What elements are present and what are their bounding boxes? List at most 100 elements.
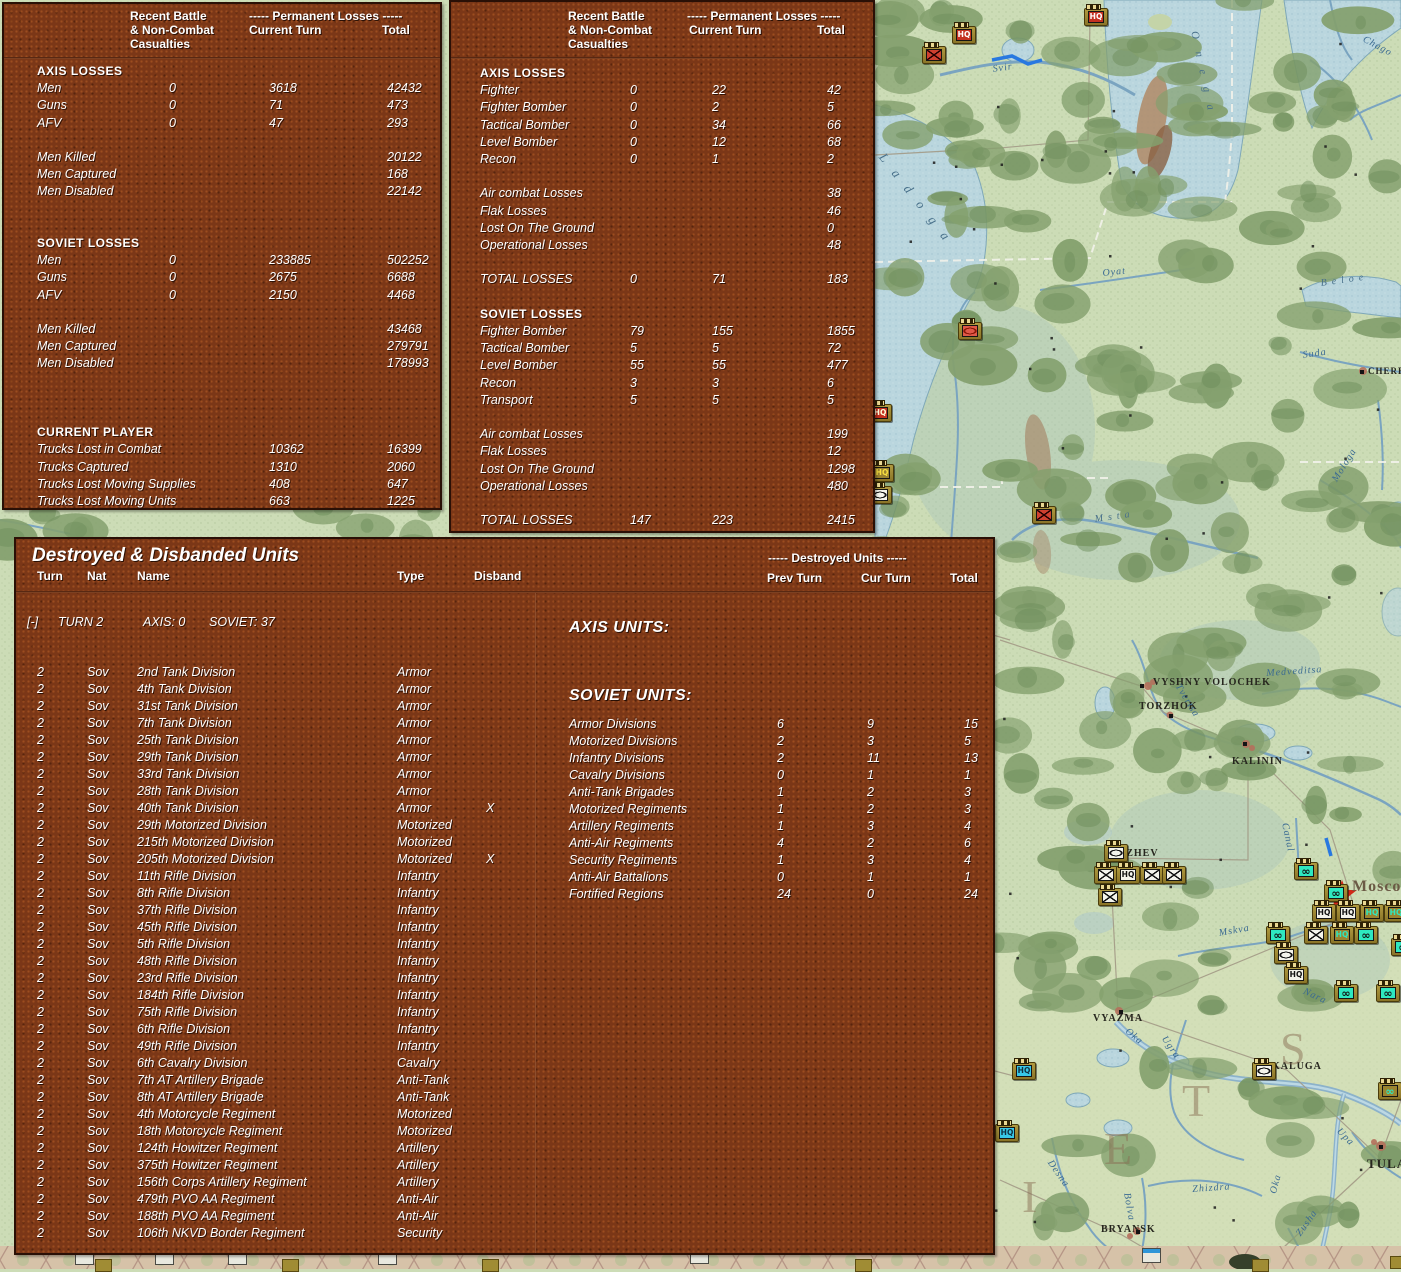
unit-counter-hq-teal[interactable]: HQ bbox=[1360, 900, 1384, 922]
loss-row: Air combat Losses 38 bbox=[480, 186, 841, 201]
unit-counter-oval-white[interactable] bbox=[1104, 840, 1128, 862]
unit-counter-inf-white[interactable] bbox=[1140, 862, 1164, 884]
loss-row: Guns 0 2675 6688 bbox=[37, 270, 415, 285]
loss-row: Operational Losses 480 bbox=[480, 478, 848, 493]
unit-counter-strip-gold[interactable] bbox=[1390, 1256, 1401, 1269]
loss-row: AFV 0 2150 4468 bbox=[37, 287, 415, 302]
hq-red-icon: HQ bbox=[1088, 11, 1104, 23]
col-nat: Nat bbox=[87, 569, 107, 583]
unit-counter-hq-teal[interactable]: HQ bbox=[1384, 900, 1401, 922]
destroyed-stat-row: Fortified Regions 24 0 24 bbox=[569, 887, 978, 901]
armor-teal-icon: ∞ bbox=[1328, 887, 1344, 899]
unit-counter-inf-red[interactable] bbox=[1032, 502, 1056, 524]
loss-row: Fighter Bomber 79 155 1855 bbox=[480, 324, 855, 338]
destroyed-unit-row: 2 Sov 23rd Rifle Division Infantry bbox=[37, 971, 439, 985]
unit-counter-armor-teal[interactable]: ∞ bbox=[1294, 858, 1318, 880]
unit-counter-hq-cyan[interactable]: HQ bbox=[995, 1120, 1019, 1142]
destroyed-units-panel: Destroyed & Disbanded Units Turn Nat Nam… bbox=[14, 537, 995, 1255]
col-disband: Disband bbox=[474, 569, 522, 583]
loss-row: Trucks Captured 1310 2060 bbox=[37, 459, 415, 474]
armor-teal-icon: ∞ bbox=[1380, 987, 1396, 999]
hq-teal-icon: HQ bbox=[1364, 907, 1380, 919]
col-total: Total bbox=[950, 571, 978, 585]
armor-teal-icon: ∞ bbox=[1395, 941, 1401, 953]
unit-counter-hq-white[interactable]: HQ bbox=[1284, 962, 1308, 984]
unit-counter-oval-white[interactable] bbox=[1252, 1058, 1276, 1080]
destroyed-unit-row: 2 Sov 31st Tank Division Armor bbox=[37, 699, 432, 713]
turn-group-row: [-] TURN 2 AXIS: 0 SOVIET: 37 bbox=[27, 615, 275, 629]
hq-cyan-icon: HQ bbox=[1016, 1065, 1032, 1077]
unit-counter-hq-red[interactable]: HQ bbox=[1084, 4, 1108, 26]
unit-counter-armor-teal[interactable]: ∞ bbox=[1391, 934, 1401, 956]
loss-row: Transport 5 5 5 bbox=[480, 392, 834, 407]
loss-row: Recon 0 1 2 bbox=[480, 152, 834, 166]
city-dot bbox=[1360, 370, 1364, 374]
inf-white-icon bbox=[1308, 929, 1324, 941]
col-recent-l2: & Non-Combat bbox=[130, 23, 214, 37]
collapse-toggle[interactable]: [-] bbox=[27, 615, 38, 629]
destroyed-stat-row: Anti-Tank Brigades 1 2 3 bbox=[569, 785, 971, 799]
destroyed-unit-row: 2 Sov 37th Rifle Division Infantry bbox=[37, 903, 439, 917]
air-losses-panel: Recent Battle & Non-Combat Casualties --… bbox=[449, 0, 875, 533]
unit-counter-strip-gold[interactable] bbox=[1252, 1259, 1269, 1272]
destroyed-unit-row: 2 Sov 375th Howitzer Regiment Artillery bbox=[37, 1158, 439, 1172]
oval-white-icon bbox=[1278, 949, 1294, 961]
loss-row: TOTAL LOSSES 0 71 183 bbox=[480, 272, 848, 287]
loss-row: Flak Losses 12 bbox=[480, 444, 841, 459]
destroyed-unit-row: 2 Sov 48th Rifle Division Infantry bbox=[37, 954, 439, 968]
unit-counter-strip-gold[interactable] bbox=[282, 1259, 299, 1272]
unit-counter-hq-white[interactable]: HQ bbox=[1336, 900, 1360, 922]
loss-row: Tactical Bomber 0 34 66 bbox=[480, 117, 841, 132]
destroyed-unit-row: 2 Sov 5th Rifle Division Infantry bbox=[37, 937, 439, 951]
col-turn: Turn bbox=[37, 569, 63, 583]
unit-counter-hq-white[interactable]: HQ bbox=[1312, 900, 1336, 922]
panel-title: Destroyed & Disbanded Units bbox=[32, 545, 300, 566]
unit-counter-inf-red[interactable] bbox=[922, 42, 946, 64]
oval-white-icon bbox=[1108, 847, 1124, 859]
unit-counter-hq-teal[interactable]: HQ bbox=[1330, 922, 1354, 944]
unit-counter-hq-white[interactable]: HQ bbox=[1116, 862, 1140, 884]
destroyed-stat-row: Artillery Regiments 1 3 4 bbox=[569, 819, 971, 833]
unit-counter-strip-gold[interactable] bbox=[482, 1259, 499, 1272]
unit-counter-strip-gold[interactable] bbox=[95, 1259, 112, 1272]
destroyed-unit-row: 2 Sov 479th PVO AA Regiment Anti-Air bbox=[37, 1192, 438, 1206]
unit-counter-strip-gold[interactable] bbox=[855, 1259, 872, 1272]
loss-row: Fighter 0 22 42 bbox=[480, 83, 841, 98]
city-dot bbox=[1169, 714, 1173, 718]
city-dot bbox=[1379, 1145, 1383, 1149]
armor-teal-icon: ∞ bbox=[1298, 865, 1314, 877]
loss-row: Trucks Lost Moving Supplies 408 647 bbox=[37, 476, 408, 491]
unit-counter-armor-teal[interactable]: ∞ bbox=[1334, 980, 1358, 1002]
oval-white-icon bbox=[1256, 1065, 1272, 1077]
loss-row: Men Captured 168 bbox=[37, 167, 408, 182]
unit-counter-inf-white[interactable] bbox=[1094, 862, 1118, 884]
destroyed-unit-row: 2 Sov 49th Rifle Division Infantry bbox=[37, 1039, 439, 1053]
hq-white-icon: HQ bbox=[1316, 907, 1332, 919]
col-recent-l2: & Non-Combat bbox=[568, 23, 652, 37]
inf-red-icon bbox=[1036, 509, 1052, 521]
destroyed-unit-row: 2 Sov 75th Rifle Division Infantry bbox=[37, 1005, 439, 1019]
city-dot bbox=[1119, 1010, 1123, 1014]
unit-counter-armor-gold[interactable]: ∞ bbox=[1378, 1078, 1401, 1100]
unit-counter-hq-red[interactable]: HQ bbox=[952, 22, 976, 44]
unit-counter-armor-teal[interactable]: ∞ bbox=[1354, 922, 1378, 944]
hq-red-icon: HQ bbox=[956, 29, 972, 41]
unit-counter-strip-blue[interactable] bbox=[1142, 1248, 1161, 1263]
loss-row: Trucks Lost in Combat 10362 16399 bbox=[37, 442, 422, 457]
city-dot bbox=[1140, 684, 1144, 688]
section-header: SOVIET LOSSES bbox=[480, 306, 583, 321]
armor-gold-icon: ∞ bbox=[1382, 1085, 1398, 1097]
destroyed-unit-row: 2 Sov 2nd Tank Division Armor bbox=[37, 665, 432, 679]
destroyed-unit-row: 2 Sov 8th AT Artillery Brigade Anti-Tank bbox=[37, 1090, 450, 1104]
unit-counter-armor-teal[interactable]: ∞ bbox=[1376, 980, 1400, 1002]
unit-counter-hq-cyan[interactable]: HQ bbox=[1012, 1058, 1036, 1080]
destroyed-unit-row: 2 Sov 156th Corps Artillery Regiment Artill… bbox=[37, 1175, 439, 1189]
unit-counter-inf-white[interactable] bbox=[1304, 922, 1328, 944]
loss-row: Guns 0 71 473 bbox=[37, 98, 408, 113]
loss-row: Trucks Lost Moving Units 663 1225 bbox=[37, 494, 415, 508]
unit-counter-inf-white[interactable] bbox=[1098, 884, 1122, 906]
destroyed-units-title: ----- Destroyed Units ----- bbox=[768, 551, 907, 565]
unit-counter-inf-white[interactable] bbox=[1162, 862, 1186, 884]
destroyed-stat-row: Cavalry Divisions 0 1 1 bbox=[569, 768, 971, 782]
unit-counter-oval-red[interactable] bbox=[958, 318, 982, 340]
